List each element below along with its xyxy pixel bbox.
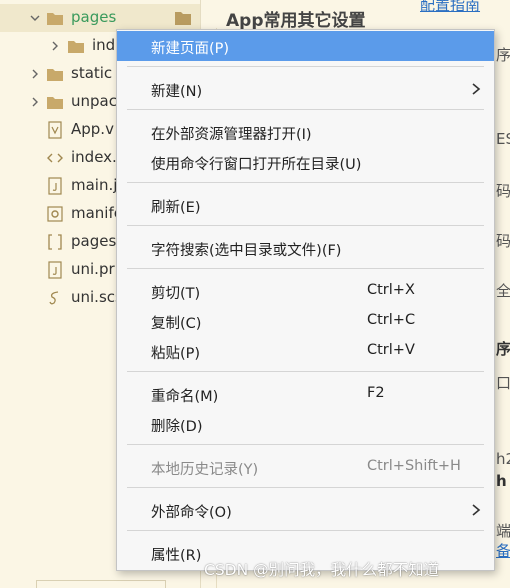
folder-icon — [175, 12, 191, 25]
vue-file-icon — [48, 121, 62, 139]
tree-item-pages-folder[interactable]: pages — [0, 4, 200, 32]
submenu-arrow-icon — [472, 504, 481, 516]
tree-item-label: static — [71, 64, 113, 82]
menu-item-label: 在外部资源管理器打开(I) — [151, 127, 312, 143]
chevron-right-icon[interactable] — [30, 69, 40, 79]
menu-item-new-page[interactable]: 新建页面(P) — [117, 31, 494, 61]
menu-item-rename[interactable]: 重命名(M) F2 — [117, 379, 494, 409]
menu-item-label: 外部命令(O) — [151, 505, 232, 521]
menu-item-shortcut: Ctrl+V — [367, 342, 415, 358]
menu-item-label: 使用命令行窗口打开所在目录(U) — [151, 157, 362, 173]
json-file-icon — [48, 234, 62, 250]
menu-item-label: 新建(N) — [151, 84, 203, 100]
folder-icon — [68, 41, 84, 53]
editor-text-fragment: h2 — [496, 450, 510, 468]
watermark: CSDN @别问我，我什么都不知道 — [204, 561, 440, 579]
menu-item-label: 复制(C) — [151, 316, 202, 332]
menu-item-label: 刷新(E) — [151, 200, 201, 216]
chevron-down-icon[interactable] — [30, 13, 40, 23]
menu-item-open-in-explorer[interactable]: 在外部资源管理器打开(I) — [117, 117, 494, 147]
editor-text-fragment: 序 — [496, 340, 510, 358]
tree-item-label: unpac — [71, 92, 117, 110]
submenu-arrow-icon — [472, 83, 481, 95]
menu-item-label: 新建页面(P) — [151, 41, 230, 57]
chevron-right-icon[interactable] — [50, 41, 60, 51]
config-guide-link[interactable]: 配置指南 — [420, 0, 480, 15]
menu-item-open-in-terminal[interactable]: 使用命令行窗口打开所在目录(U) — [117, 147, 494, 177]
editor-text-fragment: h — [496, 472, 507, 490]
menu-item-label: 字符搜索(选中目录或文件)(F) — [151, 243, 342, 259]
menu-item-shortcut: Ctrl+C — [367, 312, 416, 328]
menu-item-label: 重命名(M) — [151, 389, 219, 405]
tree-item-label: uni.pr — [71, 260, 115, 278]
js-file-icon — [48, 177, 62, 195]
menu-item-copy[interactable]: 复制(C) Ctrl+C — [117, 306, 494, 336]
tree-item-label: pages — [71, 232, 117, 250]
menu-item-shortcut: Ctrl+Shift+H — [367, 458, 461, 474]
context-menu: 新建页面(P) 新建(N) 在外部资源管理器打开(I) 使用命令行窗口打开所在目… — [116, 29, 495, 571]
menu-separator — [127, 371, 484, 372]
chevron-right-icon[interactable] — [30, 97, 40, 107]
folder-icon — [47, 97, 63, 109]
menu-separator — [127, 444, 484, 445]
settings-file-icon — [47, 206, 63, 222]
menu-separator — [127, 268, 484, 269]
editor-text-fragment: 序 — [496, 46, 510, 64]
editor-text-fragment: 全 — [496, 282, 510, 300]
menu-item-delete[interactable]: 删除(D) — [117, 409, 494, 439]
scss-file-icon — [49, 291, 59, 305]
editor-text-fragment: 码 — [496, 232, 510, 250]
menu-separator — [127, 225, 484, 226]
page-title: App常用其它设置 — [226, 11, 366, 31]
menu-item-cut[interactable]: 剪切(T) Ctrl+X — [117, 276, 494, 306]
menu-item-paste[interactable]: 粘贴(P) Ctrl+V — [117, 336, 494, 366]
folder-icon — [47, 13, 63, 25]
editor-text-fragment: 端 — [496, 522, 510, 540]
code-file-icon — [47, 153, 63, 163]
js-file-icon — [48, 261, 62, 279]
folder-icon — [47, 69, 63, 81]
tree-item-label: ind — [92, 36, 116, 54]
menu-separator — [127, 109, 484, 110]
menu-item-shortcut: Ctrl+X — [367, 282, 415, 298]
menu-separator — [127, 530, 484, 531]
menu-item-refresh[interactable]: 刷新(E) — [117, 190, 494, 220]
menu-item-label: 属性(R) — [151, 548, 202, 564]
menu-item-local-history: 本地历史记录(Y) Ctrl+Shift+H — [117, 452, 494, 482]
menu-item-label: 删除(D) — [151, 419, 203, 435]
menu-item-external-command[interactable]: 外部命令(O) — [117, 495, 494, 525]
menu-item-label: 本地历史记录(Y) — [151, 462, 259, 478]
menu-item-label: 粘贴(P) — [151, 346, 201, 362]
menu-separator — [127, 487, 484, 488]
menu-separator — [127, 66, 484, 67]
editor-text-fragment: 口 — [496, 374, 510, 392]
menu-item-shortcut: F2 — [367, 385, 385, 401]
tree-item-label: pages — [71, 8, 117, 26]
editor-text-fragment: 备 — [496, 542, 510, 560]
menu-item-new[interactable]: 新建(N) — [117, 74, 494, 104]
menu-item-label: 剪切(T) — [151, 286, 201, 302]
menu-item-char-search[interactable]: 字符搜索(选中目录或文件)(F) — [117, 233, 494, 263]
tree-item-label: main.j — [71, 176, 118, 194]
editor-text-fragment: ES — [496, 130, 510, 148]
menu-separator — [127, 182, 484, 183]
tree-item-label: App.v — [71, 120, 114, 138]
editor-text-fragment: 码 — [496, 182, 510, 200]
tree-item-label: index. — [71, 148, 117, 166]
bottom-panel-edge — [36, 580, 166, 588]
